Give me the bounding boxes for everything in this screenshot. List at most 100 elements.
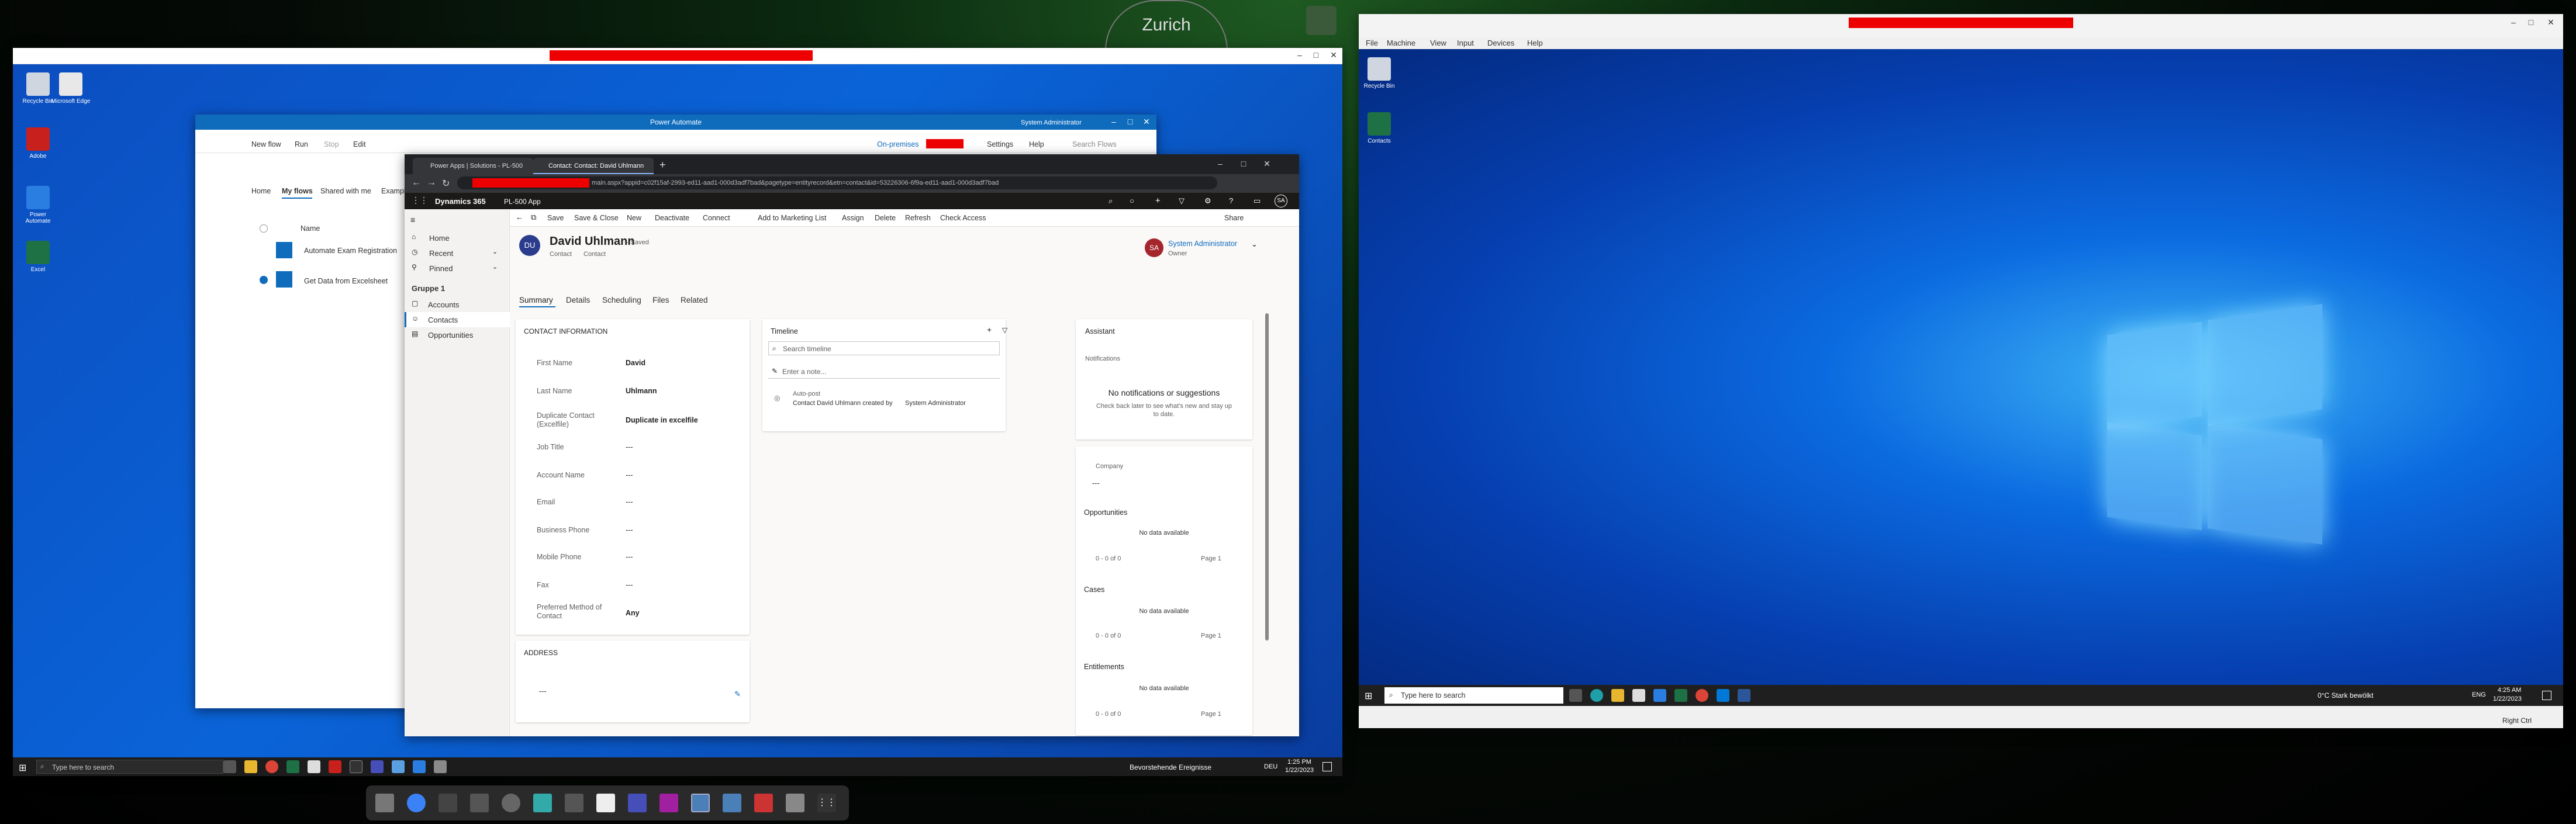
notepad-icon[interactable]: [308, 760, 320, 773]
flow-selected-checkbox[interactable]: [260, 276, 268, 284]
excel-taskbar-icon[interactable]: [286, 760, 299, 773]
business-phone-value[interactable]: ---: [626, 526, 633, 534]
last-name-value[interactable]: Uhlmann: [626, 387, 657, 395]
close-button[interactable]: ✕: [1138, 117, 1155, 127]
menu-machine[interactable]: Machine: [1387, 39, 1415, 47]
minimize-button[interactable]: –: [1105, 117, 1123, 126]
app-icon[interactable]: [392, 760, 405, 773]
lightbulb-icon[interactable]: ○: [1130, 196, 1134, 205]
new-tab-button[interactable]: +: [659, 159, 666, 171]
power-automate-icon[interactable]: Power Automate: [18, 186, 58, 224]
pa-user[interactable]: System Administrator: [1021, 119, 1082, 126]
chat-icon[interactable]: [659, 794, 678, 812]
company-value[interactable]: ---: [1092, 479, 1100, 487]
run-button[interactable]: Run: [295, 140, 308, 148]
minimize-button[interactable]: –: [1291, 50, 1308, 60]
app-icon[interactable]: [533, 794, 552, 812]
nav-contacts[interactable]: Contacts: [428, 316, 458, 324]
note-input[interactable]: ✎ Enter a note...: [768, 365, 1000, 379]
chevron-down-icon[interactable]: ⌄: [1251, 240, 1258, 249]
paint-icon[interactable]: [754, 794, 773, 812]
tab-summary[interactable]: Summary: [519, 296, 553, 304]
filter-icon[interactable]: ▽: [1002, 326, 1007, 334]
files-icon[interactable]: [375, 794, 394, 812]
add-marketing-list-button[interactable]: Add to Marketing List: [758, 214, 826, 222]
edit-button[interactable]: Edit: [353, 140, 366, 148]
nav-accounts[interactable]: Accounts: [428, 300, 459, 309]
notification-icon[interactable]: [1322, 762, 1332, 771]
chrome-icon[interactable]: [265, 760, 278, 773]
help-icon[interactable]: ?: [1229, 196, 1233, 205]
duplicate-value[interactable]: Duplicate in excelfile: [626, 416, 698, 424]
tools-icon[interactable]: [786, 794, 804, 812]
word-icon[interactable]: [1738, 689, 1750, 702]
chrome-icon[interactable]: [407, 794, 426, 812]
app-grid-icon[interactable]: ⋮⋮: [817, 794, 836, 812]
taskbar-search[interactable]: ⌕ Type here to search: [1384, 687, 1563, 704]
browser-tab[interactable]: Power Apps | Solutions - PL-500: [413, 158, 533, 174]
language-indicator[interactable]: ENG: [2472, 691, 2486, 698]
recycle-bin-icon[interactable]: Recycle Bin: [1359, 57, 1400, 89]
maximize-button[interactable]: □: [2522, 18, 2540, 27]
save-close-button[interactable]: Save & Close: [574, 214, 619, 222]
user-avatar[interactable]: SA: [1275, 195, 1287, 207]
connect-button[interactable]: Connect: [703, 214, 730, 222]
deactivate-button[interactable]: Deactivate: [655, 214, 689, 222]
chevron-down-icon[interactable]: ⌄: [492, 248, 498, 255]
browser-tab-active[interactable]: Contact: Contact: David Uhlmann: [533, 158, 654, 174]
chat-icon[interactable]: ▭: [1254, 196, 1261, 206]
email-value[interactable]: ---: [626, 498, 633, 506]
clock-date[interactable]: 1/22/2023: [1285, 767, 1314, 774]
new-flow-button[interactable]: New flow: [251, 140, 281, 148]
brand-name[interactable]: Dynamics 365: [435, 197, 486, 206]
select-all-checkbox[interactable]: [260, 224, 268, 233]
explorer-icon[interactable]: [244, 760, 257, 773]
form-selector[interactable]: Contact: [583, 251, 606, 258]
on-premises-link[interactable]: On-premises: [877, 140, 919, 148]
assign-button[interactable]: Assign: [842, 214, 864, 222]
address-bar[interactable]: main.aspx?appid=c02f15af-2993-ed11-aad1-…: [457, 176, 1217, 189]
terminal-icon[interactable]: [350, 760, 362, 773]
job-title-value[interactable]: ---: [626, 443, 633, 451]
add-icon[interactable]: +: [1155, 196, 1161, 206]
excel-taskbar-icon[interactable]: [1674, 689, 1687, 702]
minimize-button[interactable]: –: [1211, 159, 1229, 168]
help-button[interactable]: Help: [1029, 140, 1044, 148]
settings-icon[interactable]: ⚙: [1204, 196, 1211, 206]
adobe-icon[interactable]: Adobe: [18, 127, 58, 160]
tab-files[interactable]: Files: [652, 296, 669, 304]
edge-icon[interactable]: Microsoft Edge: [50, 72, 91, 105]
chevron-down-icon[interactable]: ⌄: [492, 263, 498, 271]
vm2-icon[interactable]: [723, 794, 741, 812]
maximize-button[interactable]: □: [1235, 159, 1252, 168]
calendar-notification[interactable]: Bevorstehende Ereignisse: [1130, 763, 1211, 771]
app-launcher-icon[interactable]: ⋮⋮: [412, 195, 428, 205]
preferred-method-value[interactable]: Any: [626, 609, 640, 617]
timeline-search-input[interactable]: ⌕ Search timeline: [768, 341, 1000, 355]
nav-recent[interactable]: Recent: [429, 249, 453, 258]
edge-icon[interactable]: [1590, 689, 1603, 702]
notification-icon[interactable]: [2542, 691, 2551, 700]
clock-time[interactable]: 4:25 AM: [2498, 687, 2521, 694]
menu-help[interactable]: Help: [1527, 39, 1543, 47]
tab-home[interactable]: Home: [251, 187, 271, 195]
chrome-icon[interactable]: [1696, 689, 1708, 702]
start-button[interactable]: ⊞: [19, 762, 26, 774]
search-flows-input[interactable]: Search Flows: [1072, 140, 1117, 148]
tab-related[interactable]: Related: [681, 296, 708, 304]
forward-icon[interactable]: →: [427, 178, 436, 188]
nav-opportunities[interactable]: Opportunities: [428, 331, 473, 340]
new-button[interactable]: New: [627, 214, 641, 222]
address-value[interactable]: ---: [539, 687, 547, 695]
scrollbar[interactable]: [1265, 313, 1269, 640]
maximize-button[interactable]: □: [1121, 117, 1139, 126]
post-author[interactable]: System Administrator: [905, 400, 966, 407]
save-button[interactable]: Save: [547, 214, 564, 222]
maximize-button[interactable]: □: [1307, 50, 1325, 60]
owner-name[interactable]: System Administrator: [1168, 240, 1237, 248]
tab-my-flows[interactable]: My flows: [282, 187, 313, 195]
close-button[interactable]: ✕: [2542, 18, 2560, 27]
start-button[interactable]: ⊞: [1365, 690, 1372, 702]
contacts-excel-icon[interactable]: Contacts: [1359, 112, 1400, 144]
vscode-icon[interactable]: [1717, 689, 1729, 702]
